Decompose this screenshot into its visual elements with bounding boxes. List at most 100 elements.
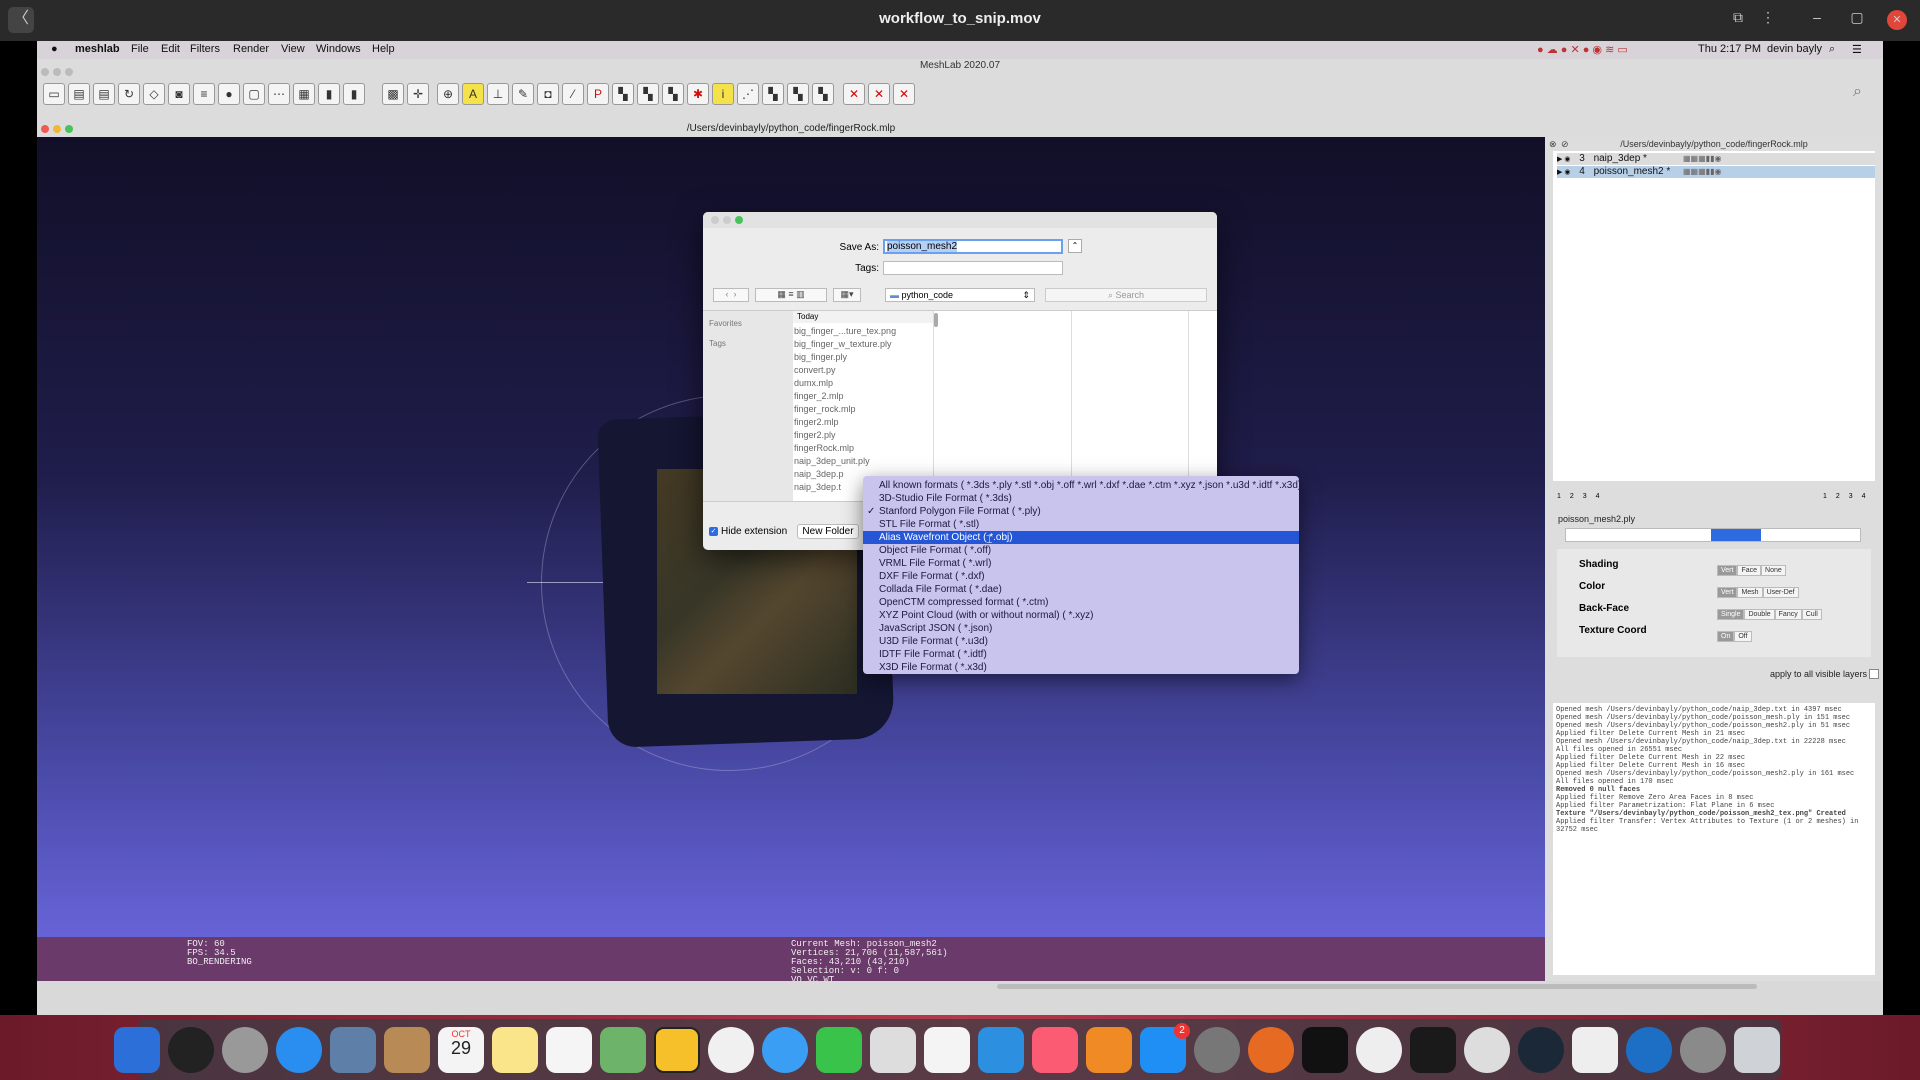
- window-min-inactive[interactable]: [53, 68, 61, 76]
- layer-icons[interactable]: ▦▦▦▮▮◉: [1683, 153, 1721, 165]
- file-item[interactable]: finger_2.mlp: [794, 391, 844, 401]
- format-option[interactable]: DXF File Format ( *.dxf): [863, 570, 1299, 583]
- layer-row[interactable]: ▶ ◉ 3 naip_3dep * ▦▦▦▮▮◉: [1557, 153, 1875, 165]
- file-item[interactable]: naip_3dep.t: [794, 482, 841, 492]
- quicktime-icon[interactable]: [1626, 1027, 1672, 1073]
- script-editor-icon[interactable]: [1572, 1027, 1618, 1073]
- more-icon[interactable]: ⋮: [1757, 9, 1779, 26]
- contacts-icon[interactable]: [384, 1027, 430, 1073]
- close-button[interactable]: ✕: [1887, 10, 1907, 30]
- points-icon[interactable]: ⋯: [268, 83, 290, 105]
- new-file-icon[interactable]: ▭: [43, 83, 65, 105]
- georef-icon[interactable]: ✱: [687, 83, 709, 105]
- snapshot-icon[interactable]: ◙: [168, 83, 190, 105]
- file-item[interactable]: dumx.mlp: [794, 378, 833, 388]
- steam-icon[interactable]: [1518, 1027, 1564, 1073]
- menu-edit[interactable]: Edit: [161, 43, 180, 55]
- layer-pages-left[interactable]: 1 2 3 4: [1557, 493, 1599, 500]
- siri-icon[interactable]: [168, 1027, 214, 1073]
- sidebar-tags[interactable]: Tags: [709, 339, 726, 348]
- app-menu[interactable]: meshlab: [75, 43, 120, 55]
- menu-filters[interactable]: Filters: [190, 43, 220, 55]
- select-faces-icon[interactable]: ▚: [612, 83, 634, 105]
- format-option[interactable]: X3D File Format ( *.x3d): [863, 661, 1299, 674]
- keynote-icon[interactable]: [978, 1027, 1024, 1073]
- file-item[interactable]: big_finger_w_texture.ply: [794, 339, 892, 349]
- app-store-icon[interactable]: 2: [1140, 1023, 1190, 1073]
- paint-icon[interactable]: ✎: [512, 83, 534, 105]
- facetime-icon[interactable]: [816, 1027, 862, 1073]
- format-option[interactable]: ✓ Stanford Polygon File Format ( *.ply): [863, 505, 1299, 518]
- messages-icon[interactable]: [762, 1027, 808, 1073]
- format-option[interactable]: IDTF File Format ( *.idtf): [863, 648, 1299, 661]
- format-option[interactable]: 3D-Studio File Format ( *.3ds): [863, 492, 1299, 505]
- chrome-icon[interactable]: [1464, 1027, 1510, 1073]
- measure-icon[interactable]: ⊥: [487, 83, 509, 105]
- delete-vertices-icon[interactable]: ✕: [868, 83, 890, 105]
- format-option[interactable]: OpenCTM compressed format ( *.ctm): [863, 596, 1299, 609]
- file-item[interactable]: fingerRock.mlp: [794, 443, 854, 453]
- sphere-icon[interactable]: ●: [218, 83, 240, 105]
- menu-view[interactable]: View: [281, 43, 305, 55]
- format-dropdown[interactable]: All known formats ( *.3ds *.ply *.stl *.…: [863, 476, 1301, 674]
- terminal-icon[interactable]: [1410, 1027, 1456, 1073]
- bbox-icon[interactable]: ▢: [243, 83, 265, 105]
- books-icon[interactable]: [1086, 1027, 1132, 1073]
- delete-selection-icon[interactable]: ✕: [893, 83, 915, 105]
- file-item[interactable]: finger2.ply: [794, 430, 836, 440]
- notes-icon[interactable]: [492, 1027, 538, 1073]
- import-mesh-icon[interactable]: ▤: [93, 83, 115, 105]
- scrollbar[interactable]: [934, 313, 938, 327]
- minimize-button[interactable]: –: [1806, 9, 1828, 25]
- file-item[interactable]: finger_rock.mlp: [794, 404, 856, 414]
- photos-icon[interactable]: [708, 1027, 754, 1073]
- info-icon[interactable]: i: [712, 83, 734, 105]
- brush-icon[interactable]: ⁄: [562, 83, 584, 105]
- select-flat-icon[interactable]: ▚: [812, 83, 834, 105]
- file-item[interactable]: naip_3dep.p: [794, 469, 844, 479]
- annotation-a-icon[interactable]: A: [462, 83, 484, 105]
- tags-input[interactable]: [883, 261, 1063, 275]
- format-option[interactable]: U3D File Format ( *.u3d): [863, 635, 1299, 648]
- camera-icon[interactable]: ◘: [537, 83, 559, 105]
- file-item[interactable]: convert.py: [794, 365, 836, 375]
- nav-back-forward[interactable]: ‹ ›: [713, 288, 749, 302]
- render-mode-tabs[interactable]: [1565, 528, 1861, 542]
- activity-monitor-icon[interactable]: [1302, 1027, 1348, 1073]
- axis-icon[interactable]: ✛: [407, 83, 429, 105]
- file-item[interactable]: big_finger_...ture_tex.png: [794, 326, 896, 336]
- dialog-max-button[interactable]: [735, 216, 743, 224]
- search-field[interactable]: ⌕ Search: [1045, 288, 1207, 302]
- menu-help[interactable]: Help: [372, 43, 395, 55]
- maximize-button[interactable]: ▢: [1846, 9, 1868, 26]
- reminders-icon[interactable]: [546, 1027, 592, 1073]
- window-close-inactive[interactable]: [41, 68, 49, 76]
- save-icon[interactable]: ◇: [143, 83, 165, 105]
- format-option[interactable]: Object File Format ( *.off): [863, 544, 1299, 557]
- finder-icon[interactable]: [114, 1027, 160, 1073]
- apple-icon[interactable]: ●: [51, 43, 58, 55]
- select-paint-icon[interactable]: ▚: [787, 83, 809, 105]
- search-icon[interactable]: ⌕: [1853, 83, 1862, 101]
- sidebar-favorites[interactable]: Favorites: [709, 319, 742, 328]
- file-item[interactable]: big_finger.ply: [794, 352, 847, 362]
- group-icon[interactable]: ▦▾: [833, 288, 861, 302]
- hide-extension-checkbox[interactable]: ✓: [709, 527, 718, 536]
- preview-eye-icon[interactable]: [1680, 1027, 1726, 1073]
- open-project-icon[interactable]: ▤: [68, 83, 90, 105]
- file-item[interactable]: naip_3dep_unit.ply: [794, 456, 870, 466]
- menu-render[interactable]: Render: [233, 43, 269, 55]
- music-icon[interactable]: [1032, 1027, 1078, 1073]
- numbers-icon[interactable]: [924, 1027, 970, 1073]
- calendar-icon[interactable]: OCT 29: [438, 1027, 484, 1073]
- trash-icon[interactable]: [1734, 1027, 1780, 1073]
- layer-pages-right[interactable]: 1 2 3 4: [1823, 493, 1865, 500]
- flat-icon[interactable]: ▮: [318, 83, 340, 105]
- reload-icon[interactable]: ↻: [118, 83, 140, 105]
- clock[interactable]: Thu 2:17 PM: [1698, 43, 1761, 55]
- view-mode-control[interactable]: ▦ ≡ ▥: [755, 288, 827, 302]
- select-connected-icon[interactable]: ▚: [662, 83, 684, 105]
- expand-dialog-button[interactable]: ⌃: [1068, 239, 1082, 253]
- obs-icon[interactable]: [1356, 1027, 1402, 1073]
- textedit-icon[interactable]: [870, 1027, 916, 1073]
